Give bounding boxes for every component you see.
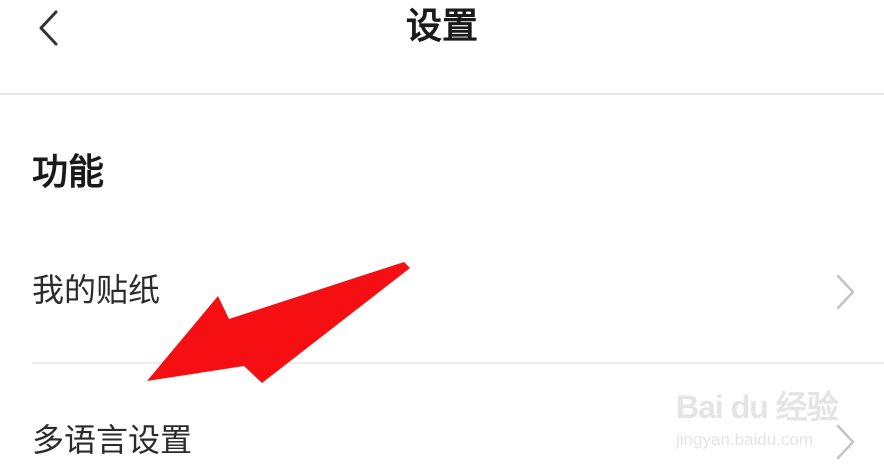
- settings-item-label: 我的贴纸: [32, 271, 161, 309]
- chevron-right-icon: [836, 424, 855, 460]
- header-divider: [0, 93, 884, 95]
- top-bar: 设置: [0, 0, 884, 94]
- section-title: 功能: [32, 152, 105, 193]
- settings-item-label: 多语言设置: [32, 421, 193, 459]
- chevron-right-icon: [836, 274, 855, 310]
- page-title: 设置: [405, 6, 478, 47]
- settings-item-my-stickers[interactable]: 我的贴纸: [0, 236, 884, 346]
- settings-item-language[interactable]: 多语言设置: [0, 364, 884, 474]
